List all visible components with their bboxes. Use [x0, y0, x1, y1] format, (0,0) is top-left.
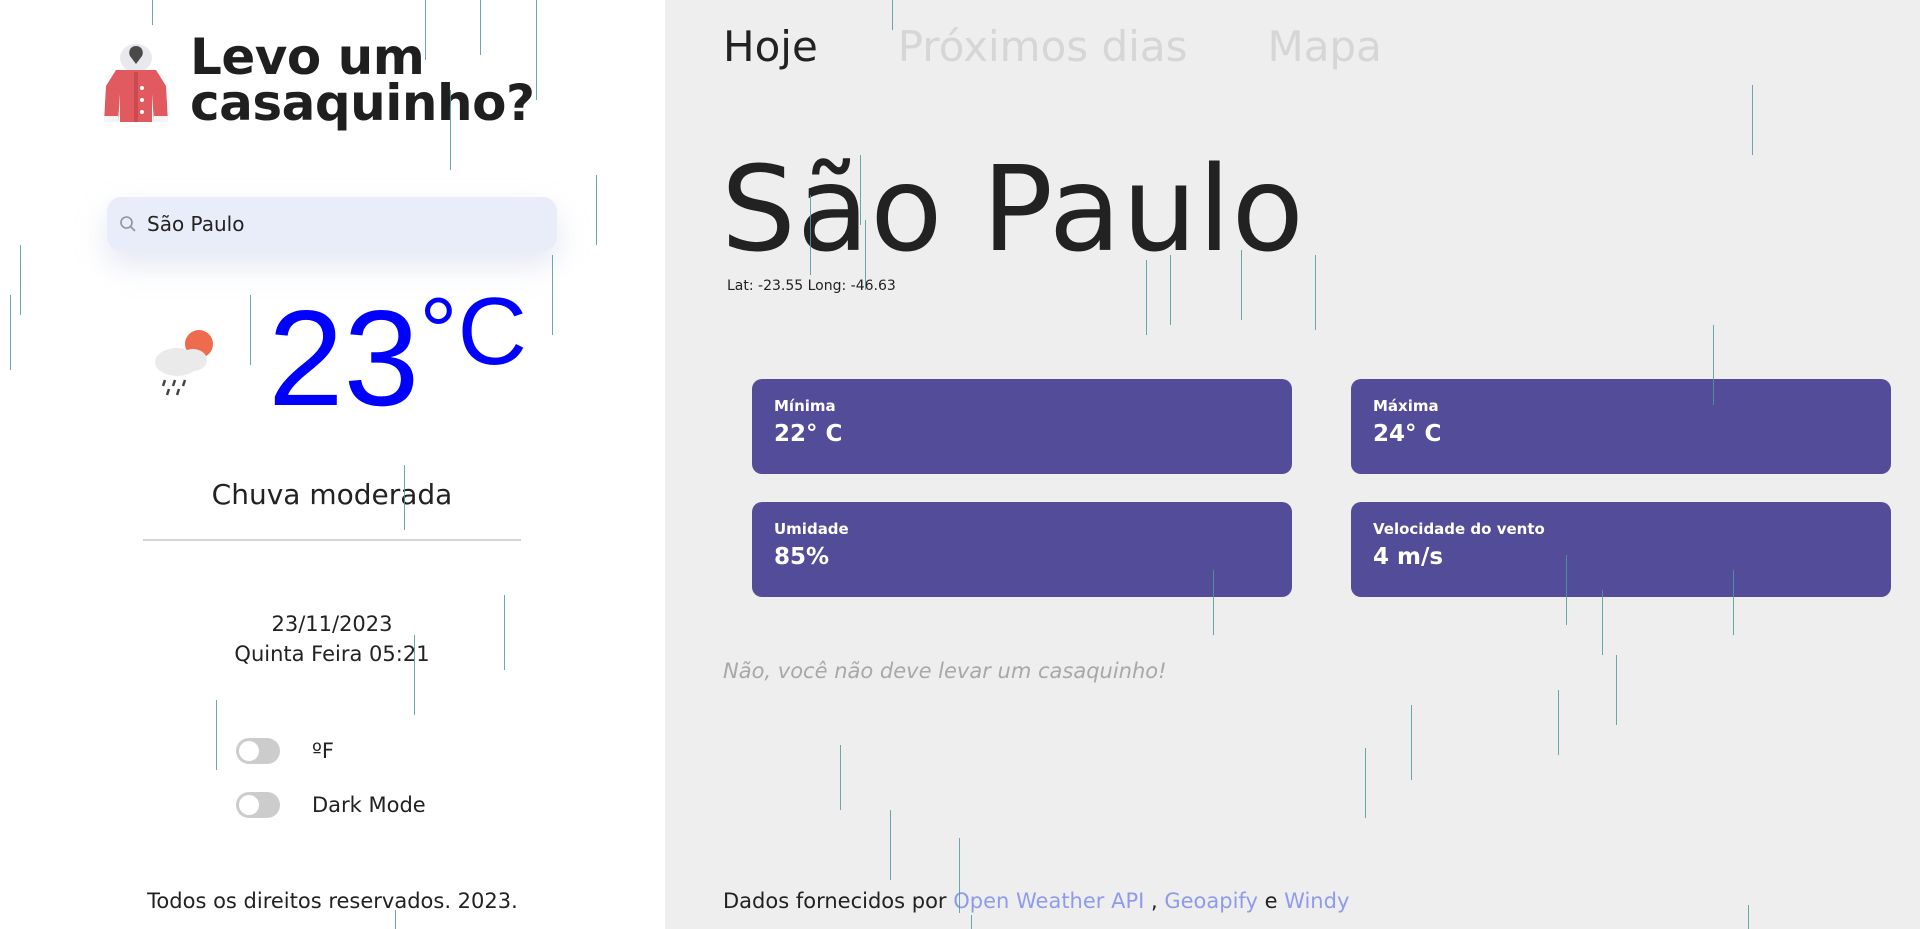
city-name: São Paulo [721, 140, 1305, 278]
temperature-value: 23 [268, 282, 420, 434]
rain-streak [890, 810, 891, 880]
rain-streak [1411, 705, 1412, 780]
card-label: Velocidade do vento [1373, 520, 1545, 538]
rain-streak [20, 245, 21, 315]
copyright-footer: Todos os direitos reservados. 2023. [147, 889, 518, 913]
rain-streak [1566, 555, 1567, 625]
rain-streak [404, 465, 405, 530]
max-temperature-card: Máxima 24° C [1351, 379, 1891, 474]
rain-streak [1752, 85, 1753, 155]
rain-streak [1616, 655, 1617, 725]
tab-map[interactable]: Mapa [1267, 22, 1381, 71]
rain-streak [480, 0, 481, 55]
brand: Levo um casaquinho? [96, 32, 535, 132]
rain-streak [1365, 748, 1366, 818]
rain-streak [1713, 325, 1714, 405]
tab-today[interactable]: Hoje [723, 22, 818, 71]
windy-link[interactable]: Windy [1284, 889, 1349, 913]
dark-mode-toggle-row: Dark Mode [236, 792, 426, 818]
rain-streak [1170, 255, 1171, 325]
rain-streak [414, 635, 415, 715]
credits-separator: , [1144, 889, 1165, 913]
rain-streak [1558, 690, 1559, 755]
rain-streak [810, 195, 811, 275]
main-content: Hoje Próximos dias Mapa São Paulo Lat: -… [665, 0, 1920, 929]
geoapify-link[interactable]: Geoapify [1164, 889, 1258, 913]
card-value: 22° C [774, 421, 843, 447]
fahrenheit-toggle[interactable] [236, 738, 280, 764]
rain-streak [1733, 570, 1734, 635]
current-date: 23/11/2023 [271, 612, 393, 636]
rain-streak [504, 595, 505, 670]
dark-mode-toggle[interactable] [236, 792, 280, 818]
weather-description: Chuva moderada [211, 478, 453, 511]
card-value: 24° C [1373, 421, 1442, 447]
coat-advice: Não, você não deve levar um casaquinho! [723, 659, 1167, 683]
rain-streak [1748, 905, 1749, 929]
rain-streak [425, 0, 426, 60]
humidity-card: Umidade 85% [752, 502, 1292, 597]
sidebar: Levo um casaquinho? 23°C Chuva moderada … [0, 0, 665, 929]
rain-streak [1241, 250, 1242, 320]
dark-mode-label: Dark Mode [312, 793, 426, 817]
rain-streak [552, 255, 553, 335]
rain-streak [840, 745, 841, 810]
open-weather-link[interactable]: Open Weather API [953, 889, 1144, 913]
rain-streak [450, 90, 451, 170]
rain-streak [152, 0, 153, 25]
brand-title-line2: casaquinho? [190, 74, 535, 132]
coat-icon [104, 44, 168, 122]
rain-streak [1602, 590, 1603, 655]
rain-streak [596, 175, 597, 245]
rain-streak [1146, 260, 1147, 335]
fahrenheit-label: ºF [312, 739, 334, 763]
card-label: Mínima [774, 397, 836, 415]
rain-streak [860, 155, 861, 225]
card-label: Máxima [1373, 397, 1439, 415]
rain-streak [10, 295, 11, 370]
rain-streak [250, 295, 251, 365]
rain-streak [865, 220, 866, 290]
tab-bar: Hoje Próximos dias Mapa [723, 22, 1462, 71]
cloud-rain-sun-icon [155, 330, 213, 396]
rain-streak [892, 0, 893, 30]
current-temperature: 23°C [268, 282, 527, 434]
search-input[interactable] [147, 212, 527, 236]
card-value: 85% [774, 544, 830, 570]
rain-streak [395, 910, 396, 929]
current-day-time: Quinta Feira 05:21 [234, 642, 430, 666]
temperature-unit: °C [419, 278, 527, 385]
rain-streak [1315, 255, 1316, 330]
card-value: 4 m/s [1373, 544, 1444, 570]
credits-separator: e [1257, 889, 1285, 913]
min-temperature-card: Mínima 22° C [752, 379, 1292, 474]
search-icon [120, 216, 136, 232]
wind-speed-card: Velocidade do vento 4 m/s [1351, 502, 1891, 597]
credits-prefix: Dados fornecidos por [723, 889, 954, 913]
divider [143, 539, 521, 541]
card-label: Umidade [774, 520, 849, 538]
fahrenheit-toggle-row: ºF [236, 738, 334, 764]
data-credits: Dados fornecidos por Open Weather API , … [723, 889, 1349, 913]
city-coordinates: Lat: -23.55 Long: -46.63 [727, 278, 896, 294]
rain-streak [536, 0, 537, 100]
rain-streak [216, 700, 217, 770]
search-box[interactable] [107, 197, 557, 251]
rain-streak [959, 838, 960, 913]
rain-streak [1213, 570, 1214, 635]
tab-next-days[interactable]: Próximos dias [898, 22, 1188, 71]
rain-streak [971, 915, 972, 929]
